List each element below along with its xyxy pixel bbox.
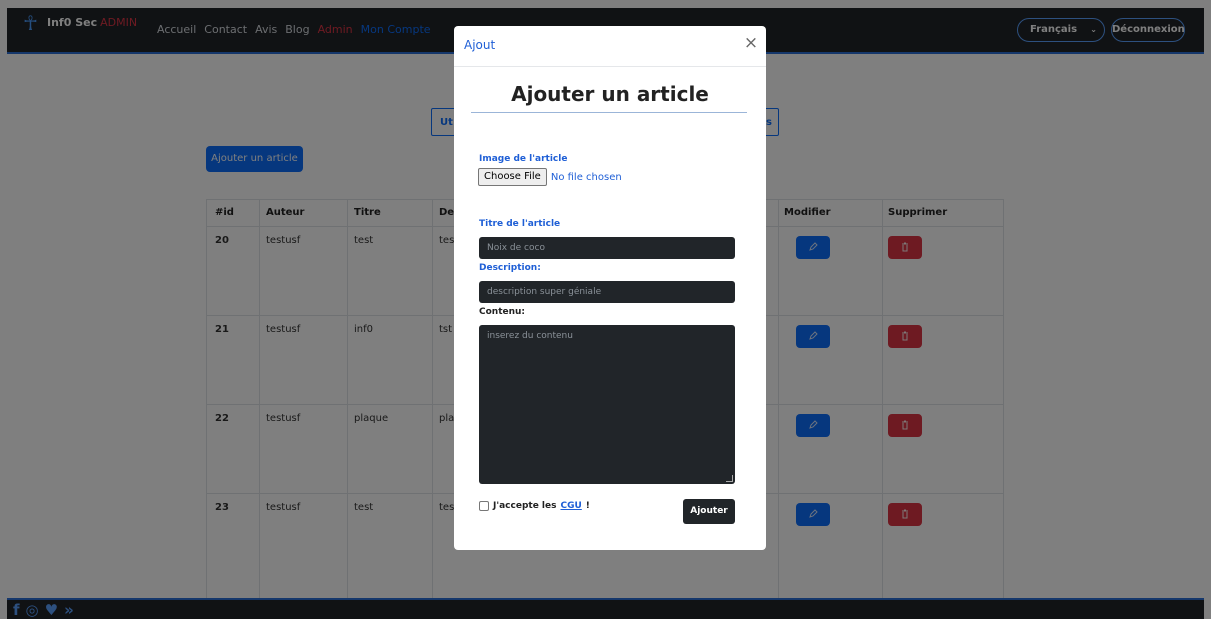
description-label: Description: xyxy=(479,263,541,273)
terms-checkbox[interactable] xyxy=(479,501,489,511)
image-label: Image de l'article xyxy=(479,154,568,164)
resize-handle[interactable] xyxy=(726,475,733,482)
add-article-modal: Ajout × Ajouter un article Image de l'ar… xyxy=(454,26,766,550)
heading-underline xyxy=(471,112,747,113)
file-status: No file chosen xyxy=(550,171,622,183)
content-textarea[interactable]: inserez du contenu xyxy=(479,325,735,484)
cgu-link[interactable]: CGU xyxy=(560,501,581,511)
modal-heading: Ajouter un article xyxy=(511,82,709,106)
modal-title: Ajout xyxy=(464,38,496,52)
app-window: ☥ Inf0 SecADMIN Accueil Contact Avis Blo… xyxy=(0,0,1211,619)
description-input[interactable]: description super géniale xyxy=(479,281,735,303)
close-icon[interactable]: × xyxy=(743,35,759,52)
accept-prefix: J'accepte les xyxy=(493,501,557,511)
content-placeholder: inserez du contenu xyxy=(487,331,573,341)
modal-divider xyxy=(454,66,766,67)
choose-file-button[interactable]: Choose File xyxy=(478,168,547,186)
content-label: Contenu: xyxy=(479,307,526,317)
submit-button[interactable]: Ajouter xyxy=(683,499,735,524)
image-file-input[interactable]: Choose File No file chosen xyxy=(478,168,622,186)
accept-suffix: ! xyxy=(585,501,590,511)
title-label: Titre de l'article xyxy=(479,219,561,229)
terms-row: J'accepte les CGU ! xyxy=(479,501,590,511)
title-input[interactable]: Noix de coco xyxy=(479,237,735,259)
